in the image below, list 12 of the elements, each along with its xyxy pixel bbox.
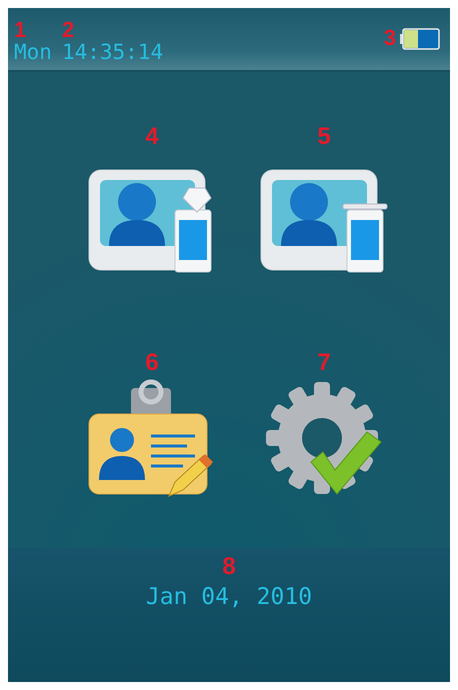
callout-number: 2: [62, 20, 76, 40]
callout-number: 3: [384, 28, 396, 48]
date-text: Jan 04, 2010: [146, 584, 312, 610]
callout-number: 8: [222, 554, 236, 580]
callout-number: 5: [317, 124, 331, 150]
battery-icon: [400, 28, 440, 50]
callout-number: 1: [14, 20, 28, 40]
weekday-text: Mon: [14, 40, 52, 64]
callout-number: 4: [145, 124, 159, 150]
callout-number: 6: [145, 350, 159, 376]
clock-time: 14:35:14: [62, 40, 164, 64]
callout-number: 7: [317, 350, 331, 376]
